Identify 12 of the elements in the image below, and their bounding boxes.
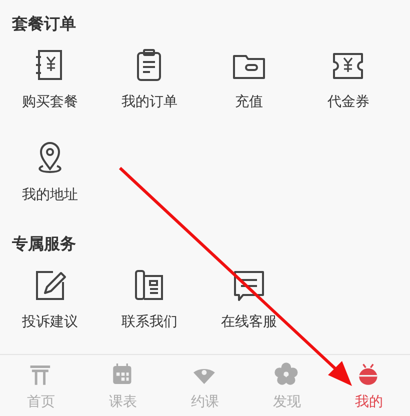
menu-item[interactable]: 我的地址 (0, 141, 100, 204)
section-title: 套餐订单 (12, 14, 77, 35)
menu-item[interactable]: 代金券 (298, 48, 398, 111)
section-title: 专属服务 (12, 234, 77, 255)
menu-item[interactable]: 联系我们 (100, 268, 199, 331)
menu-item[interactable]: 投诉建议 (0, 268, 100, 331)
chat-icon (232, 268, 266, 302)
tab[interactable]: 我的 (328, 360, 410, 410)
menu-item[interactable]: 我的订单 (100, 48, 199, 111)
menu-item[interactable]: 购买套餐 (0, 48, 100, 111)
menu-item[interactable]: 充值 (199, 48, 298, 111)
menu-item[interactable]: 在线客服 (199, 268, 298, 331)
